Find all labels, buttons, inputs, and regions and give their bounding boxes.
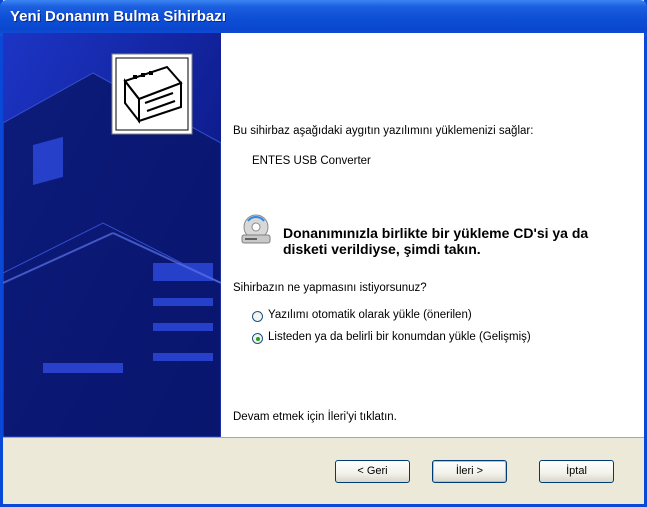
- cd-notice: Donanımınızla birlikte bir yükleme CD'si…: [283, 225, 589, 257]
- intro-text: Bu sihirbaz aşağıdaki aygıtın yazılımını…: [233, 125, 534, 137]
- window-title: Yeni Donanım Bulma Sihirbazı: [10, 8, 226, 25]
- question-text: Sihirbazın ne yapmasını istiyorsunuz?: [233, 282, 427, 294]
- back-button[interactable]: < Geri: [335, 460, 410, 483]
- button-separator: [3, 437, 644, 438]
- wizard-side-panel: [3, 33, 221, 437]
- wizard-main: Bu sihirbaz aşağıdaki aygıtın yazılımını…: [233, 33, 638, 437]
- radio-automatic-label: Yazılımı otomatik olarak yükle (önerilen…: [268, 309, 472, 321]
- device-name: ENTES USB Converter: [252, 155, 371, 167]
- continue-hint: Devam etmek için İleri'yi tıklatın.: [233, 411, 397, 423]
- title-bar[interactable]: Yeni Donanım Bulma Sihirbazı: [0, 0, 647, 36]
- radio-advanced-label: Listeden ya da belirli bir konumdan yükl…: [268, 331, 531, 343]
- next-button[interactable]: İleri >: [432, 460, 507, 483]
- wizard-content: Bu sihirbaz aşağıdaki aygıtın yazılımını…: [3, 33, 644, 437]
- wizard-window: Yeni Donanım Bulma Sihirbazı Bu sihirbaz…: [0, 0, 647, 507]
- cancel-button[interactable]: İptal: [539, 460, 614, 483]
- radio-automatic[interactable]: Yazılımı otomatik olarak yükle (önerilen…: [252, 309, 582, 325]
- hardware-card-icon: [111, 53, 193, 135]
- cd-drive-icon: [239, 213, 273, 247]
- radio-button-selected[interactable]: [252, 333, 263, 344]
- radio-advanced[interactable]: Listeden ya da belirli bir konumdan yükl…: [252, 331, 612, 347]
- radio-button[interactable]: [252, 311, 263, 322]
